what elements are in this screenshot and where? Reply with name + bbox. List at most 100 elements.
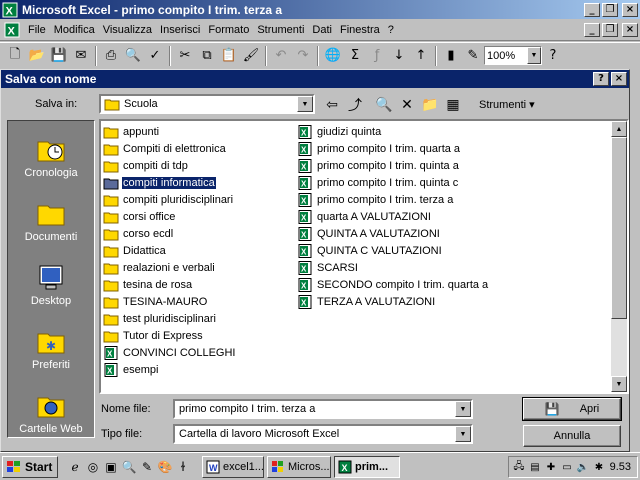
menu-strumenti[interactable]: Strumenti — [253, 24, 308, 36]
menu-modifica[interactable]: Modifica — [50, 24, 99, 36]
menu-dati[interactable]: Dati — [308, 24, 336, 36]
paste-icon[interactable]: 📋 — [218, 45, 240, 67]
file-item[interactable]: X SECONDO compito I trim. quarta a — [297, 276, 489, 293]
task-primo[interactable]: X prim... — [334, 455, 400, 478]
file-item[interactable]: Xprimo compito I trim. terza a — [297, 191, 454, 208]
place-desktop[interactable]: Desktop — [8, 261, 94, 307]
email-icon[interactable]: ✉ — [70, 45, 92, 67]
file-type-select[interactable]: Cartella di lavoro Microsoft Excel ▼ — [173, 424, 473, 444]
folder-item[interactable]: compiti pluridisciplinari — [103, 191, 234, 208]
search-icon[interactable]: 🔍 — [120, 458, 138, 476]
chart-wizard-icon[interactable]: ▮ — [440, 45, 462, 67]
search-web-icon[interactable]: 🔍 — [373, 95, 395, 115]
folder-item[interactable]: compiti informatica — [103, 174, 216, 191]
sort-ascending-icon[interactable]: ↓ — [388, 45, 410, 67]
folder-item[interactable]: appunti — [103, 123, 160, 140]
save-icon[interactable]: 💾 — [48, 45, 70, 67]
file-name-combo[interactable]: primo compito I trim. terza a ▼ — [173, 399, 473, 419]
close-button[interactable]: × — [622, 2, 638, 17]
workbook-icon[interactable]: X — [4, 22, 20, 38]
format-painter-icon[interactable]: 🖌 — [240, 45, 262, 67]
antivirus-icon[interactable]: ✚ — [543, 459, 559, 475]
print-preview-icon[interactable]: 🔍 — [122, 45, 144, 67]
menu-file[interactable]: File — [24, 24, 50, 36]
doc-close-button[interactable]: × — [622, 22, 638, 37]
scroll-up-icon[interactable]: ▲ — [611, 121, 627, 137]
dialog-help-button[interactable]: ? — [593, 72, 609, 86]
redo-icon[interactable]: ↷ — [292, 45, 314, 67]
function-icon[interactable]: ƒ — [366, 45, 388, 67]
undo-icon[interactable]: ↶ — [270, 45, 292, 67]
menu-finestra[interactable]: Finestra — [336, 24, 384, 36]
dialog-close-button[interactable]: × — [611, 72, 627, 86]
place-history[interactable]: Cronologia — [8, 133, 94, 179]
doc-restore-button[interactable]: ❐ — [602, 22, 618, 37]
file-item[interactable]: Xprimo compito I trim. quinta c — [297, 174, 459, 191]
menu-inserisci[interactable]: Inserisci — [156, 24, 204, 36]
back-icon[interactable]: ⇦ — [321, 95, 343, 115]
file-item[interactable]: Xquarta A VALUTAZIONI — [297, 208, 432, 225]
sort-descending-icon[interactable]: ↑ — [410, 45, 432, 67]
schedule-icon[interactable]: ▤ — [527, 459, 543, 475]
quick-launch-icon[interactable]: ✎ — [138, 458, 156, 476]
chevron-down-icon[interactable]: ▼ — [455, 426, 471, 442]
file-item[interactable]: Xesempi — [103, 361, 159, 378]
new-folder-icon[interactable]: 📁 — [419, 95, 441, 115]
help-icon[interactable]: ? — [542, 45, 564, 67]
file-item[interactable]: X QUINTA A VALUTAZIONI — [297, 225, 441, 242]
file-item[interactable]: X QUINTA C VALUTAZIONI — [297, 242, 443, 259]
tools-menu[interactable]: Strumenti ▾ — [479, 98, 535, 111]
folder-item[interactable]: Didattica — [103, 242, 167, 259]
folder-item[interactable]: test pluridisciplinari — [103, 310, 217, 327]
folder-item[interactable]: compiti di tdp — [103, 157, 189, 174]
zoom-combo[interactable]: 100% ▼ — [484, 46, 542, 65]
views-icon[interactable]: ▦ — [442, 95, 464, 115]
file-name-input[interactable]: primo compito I trim. terza a — [175, 403, 455, 415]
look-in-combo[interactable]: Scuola ▼ — [99, 94, 315, 114]
scroll-thumb[interactable] — [611, 137, 627, 319]
place-web-folders[interactable]: Cartelle Web — [8, 389, 94, 435]
folder-item[interactable]: corsi office — [103, 208, 176, 225]
network-icon[interactable]: 🖧 — [511, 459, 527, 475]
doc-minimize-button[interactable]: _ — [584, 22, 600, 37]
file-item[interactable]: Xgiudizi quinta — [297, 123, 382, 140]
internet-explorer-icon[interactable]: ℯ — [66, 458, 84, 476]
spelling-icon[interactable]: ✓ — [144, 45, 166, 67]
cancel-button[interactable]: Annulla — [523, 425, 621, 447]
chevron-down-icon[interactable]: ▼ — [297, 96, 313, 112]
cut-icon[interactable]: ✂ — [174, 45, 196, 67]
menu-formato[interactable]: Formato — [204, 24, 253, 36]
display-icon[interactable]: ▭ — [559, 459, 575, 475]
minimize-button[interactable]: _ — [584, 2, 600, 17]
file-item[interactable]: X TERZA A VALUTAZIONI — [297, 293, 436, 310]
task-microsoft[interactable]: Micros... — [267, 455, 331, 478]
autosum-icon[interactable]: Σ — [344, 45, 366, 67]
folder-item[interactable]: Tutor di Express — [103, 327, 204, 344]
folder-item[interactable]: corso ecdl — [103, 225, 174, 242]
folder-item[interactable]: TESINA-MAURO — [103, 293, 208, 310]
place-documents[interactable]: Documenti — [8, 197, 94, 243]
menu-visualizza[interactable]: Visualizza — [99, 24, 156, 36]
hyperlink-icon[interactable]: 🌐 — [322, 45, 344, 67]
chevron-down-icon[interactable]: ▼ — [527, 47, 541, 64]
file-item[interactable]: X SCARSI — [297, 259, 359, 276]
drawing-icon[interactable]: ✎ — [462, 45, 484, 67]
up-folder-icon[interactable]: ⤴ — [344, 95, 366, 115]
file-item[interactable]: Xprimo compito I trim. quinta a — [297, 157, 460, 174]
start-button[interactable]: Start — [2, 455, 58, 478]
open-icon[interactable]: 📂 — [26, 45, 48, 67]
outlook-icon[interactable]: ◎ — [84, 458, 102, 476]
chevron-down-icon[interactable]: ▼ — [455, 401, 471, 417]
file-item[interactable]: X CONVINCI COLLEGHI — [103, 344, 236, 361]
copy-icon[interactable]: ⧉ — [196, 45, 218, 67]
folder-item[interactable]: realazioni e verbali — [103, 259, 216, 276]
menu-help[interactable]: ? — [384, 24, 398, 36]
folder-item[interactable]: tesina de rosa — [103, 276, 193, 293]
volume-icon[interactable]: 🔈 — [575, 459, 591, 475]
restore-button[interactable]: ❐ — [602, 2, 618, 17]
winamp-icon[interactable]: ɫ — [174, 458, 192, 476]
place-favorites[interactable]: ✱ Preferiti — [8, 325, 94, 371]
file-item[interactable]: Xprimo compito I trim. quarta a — [297, 140, 461, 157]
print-icon[interactable]: ⎙ — [100, 45, 122, 67]
task-excel1[interactable]: W excel1... — [202, 455, 264, 478]
